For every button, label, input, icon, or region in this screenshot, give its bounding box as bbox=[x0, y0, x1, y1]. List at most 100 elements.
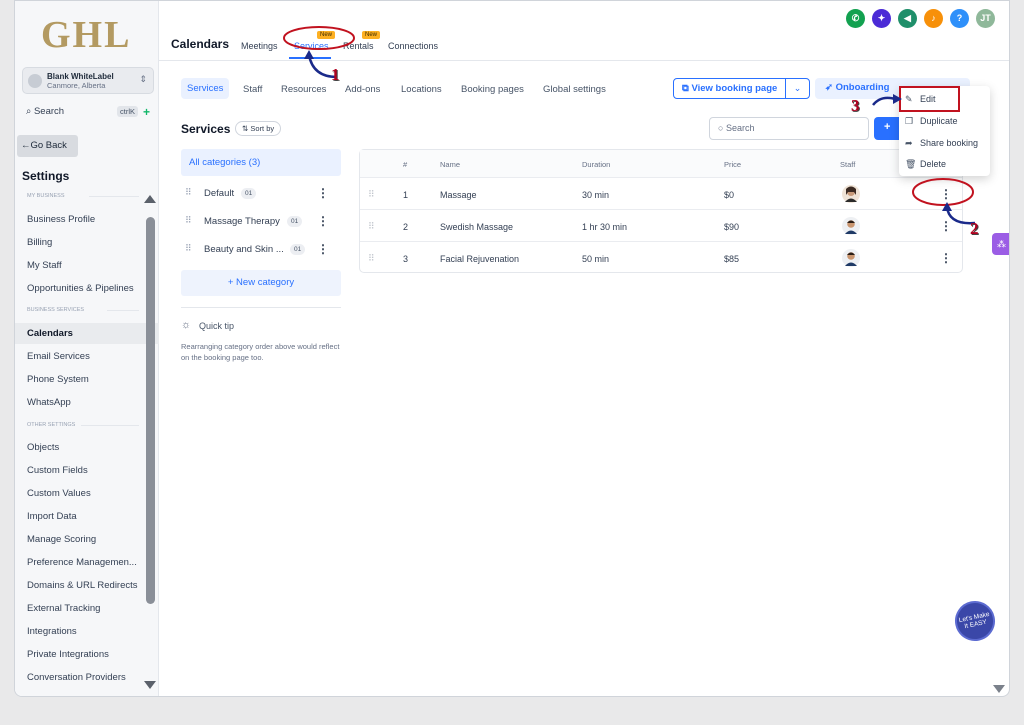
account-name: Blank WhiteLabel bbox=[47, 72, 114, 81]
service-price: $0 bbox=[724, 190, 735, 200]
category-name: Default bbox=[204, 188, 235, 199]
category-all[interactable]: All categories (3) bbox=[181, 149, 341, 176]
sort-icon: ⇅ bbox=[242, 124, 249, 133]
annotation-number: 3 bbox=[851, 96, 860, 115]
sidebar-item-business-profile[interactable]: Business Profile bbox=[27, 214, 95, 225]
sidebar-item-private-integrations[interactable]: Private Integrations bbox=[27, 649, 109, 660]
services-table: # Name Duration Price Staff ⠿ 1 Massage … bbox=[359, 149, 963, 273]
sidebar-item-domains[interactable]: Domains & URL Redirects bbox=[27, 580, 138, 591]
drag-handle-icon[interactable]: ⠿ bbox=[185, 215, 192, 226]
sidebar-item-preference-management[interactable]: Preference Managemen... bbox=[27, 557, 137, 568]
help-icon[interactable]: ? bbox=[950, 9, 969, 28]
scroll-down-arrow[interactable] bbox=[144, 681, 156, 689]
col-duration: Duration bbox=[582, 160, 611, 169]
chevron-down-icon[interactable]: ⌄ bbox=[785, 78, 810, 99]
category-item[interactable]: ⠿ Default 01 ⋮ bbox=[181, 185, 341, 205]
scroll-down-arrow[interactable] bbox=[993, 685, 1005, 693]
subtab-booking-pages[interactable]: Booking pages bbox=[461, 84, 524, 95]
service-price: $85 bbox=[724, 254, 740, 264]
sidebar-item-conversation-providers[interactable]: Conversation Providers bbox=[27, 672, 126, 683]
services-heading: Services bbox=[181, 122, 231, 136]
chat-widget-button[interactable]: Let's Make It EASY bbox=[951, 597, 999, 645]
tab-meetings[interactable]: Meetings bbox=[241, 41, 278, 51]
category-count: 01 bbox=[241, 188, 257, 199]
lightbulb-icon: ☼ bbox=[181, 319, 192, 331]
table-row[interactable]: ⠿ 3 Facial Rejuvenation 50 min $85 ⋮ bbox=[360, 242, 962, 274]
sidebar-item-billing[interactable]: Billing bbox=[27, 237, 52, 248]
arrow-left-icon: ← bbox=[21, 140, 31, 151]
more-vertical-icon[interactable]: ⋮ bbox=[317, 214, 329, 228]
sidebar-item-calendars[interactable]: Calendars bbox=[15, 323, 159, 344]
menu-item-share-booking[interactable]: ➦ Share booking bbox=[905, 138, 978, 149]
sidebar-item-whatsapp[interactable]: WhatsApp bbox=[27, 397, 71, 408]
subtab-global-settings[interactable]: Global settings bbox=[543, 84, 606, 95]
section-my-business: MY BUSINESS bbox=[27, 193, 65, 199]
megaphone-icon[interactable]: ◀ bbox=[898, 9, 917, 28]
sidebar-item-import-data[interactable]: Import Data bbox=[27, 511, 77, 522]
sidebar-item-my-staff[interactable]: My Staff bbox=[27, 260, 62, 271]
category-item[interactable]: ⠿ Massage Therapy 01 ⋮ bbox=[181, 213, 341, 233]
more-vertical-icon[interactable]: ⋮ bbox=[940, 251, 952, 265]
bell-icon[interactable]: ♪ bbox=[924, 9, 943, 28]
annotation-arrow bbox=[304, 50, 338, 79]
phone-icon[interactable]: ✆ bbox=[846, 9, 865, 28]
sidebar-item-opportunities[interactable]: Opportunities & Pipelines bbox=[27, 283, 134, 294]
menu-item-delete[interactable]: 🗑 Delete bbox=[905, 159, 946, 170]
drag-handle-icon[interactable]: ⠿ bbox=[185, 187, 192, 198]
service-name: Swedish Massage bbox=[440, 222, 514, 232]
table-row[interactable]: ⠿ 2 Swedish Massage 1 hr 30 min $90 ⋮ bbox=[360, 210, 962, 242]
account-location: Canmore, Alberta bbox=[47, 81, 106, 90]
account-switcher[interactable]: Blank WhiteLabel Canmore, Alberta ⇕ bbox=[22, 67, 154, 94]
quick-tip-text: Rearranging category order above would r… bbox=[181, 342, 340, 362]
menu-item-duplicate[interactable]: ❐ Duplicate bbox=[905, 116, 958, 127]
services-search-input[interactable]: ○ Search bbox=[709, 117, 869, 140]
sidebar-item-phone-system[interactable]: Phone System bbox=[27, 374, 89, 385]
table-row[interactable]: ⠿ 1 Massage 30 min $0 ⋮ bbox=[360, 178, 962, 210]
sidebar-item-objects[interactable]: Objects bbox=[27, 442, 59, 453]
annotation-number: 1 bbox=[331, 65, 340, 84]
search-icon: ○ bbox=[718, 123, 724, 133]
sidebar-item-integrations[interactable]: Integrations bbox=[27, 626, 77, 637]
subtab-locations[interactable]: Locations bbox=[401, 84, 442, 95]
drag-handle-icon[interactable]: ⠿ bbox=[368, 221, 375, 232]
tab-connections[interactable]: Connections bbox=[388, 41, 438, 51]
sidebar-item-email-services[interactable]: Email Services bbox=[27, 351, 90, 362]
annotation-number: 2 bbox=[970, 219, 979, 238]
sidebar-item-custom-fields[interactable]: Custom Fields bbox=[27, 465, 88, 476]
quick-add-icon[interactable]: + bbox=[143, 105, 150, 119]
sidebar-item-external-tracking[interactable]: External Tracking bbox=[27, 603, 100, 614]
sidebar-scrollbar[interactable] bbox=[146, 217, 155, 604]
sidebar-search[interactable]: ⌕ Search ctrlK bbox=[22, 103, 142, 121]
account-avatar-icon bbox=[28, 74, 42, 88]
more-vertical-icon[interactable]: ⋮ bbox=[317, 186, 329, 200]
app-window: GHL Blank WhiteLabel Canmore, Alberta ⇕ … bbox=[14, 0, 1010, 697]
category-name: Massage Therapy bbox=[204, 216, 280, 227]
search-icon: ⌕ bbox=[26, 106, 32, 117]
service-duration: 50 min bbox=[582, 254, 610, 264]
row-number: 3 bbox=[403, 254, 409, 264]
annotation-arrow bbox=[942, 202, 976, 225]
copy-icon: ❐ bbox=[905, 116, 914, 126]
magic-widget-icon[interactable]: ⁂ bbox=[992, 233, 1009, 255]
sparkle-icon[interactable]: ✦ bbox=[872, 9, 891, 28]
sort-by-button[interactable]: ⇅ Sort by bbox=[235, 121, 282, 136]
section-other-settings: OTHER SETTINGS bbox=[27, 422, 76, 428]
top-header: Calendars Meetings Services New Rentals … bbox=[159, 1, 1009, 61]
drag-handle-icon[interactable]: ⠿ bbox=[368, 189, 375, 200]
subtab-services[interactable]: Services bbox=[181, 78, 230, 99]
annotation-highlight-box bbox=[899, 86, 960, 112]
category-item[interactable]: ⠿ Beauty and Skin ... 01 ⋮ bbox=[181, 241, 341, 261]
user-avatar[interactable]: JT bbox=[976, 9, 995, 28]
sidebar-item-manage-scoring[interactable]: Manage Scoring bbox=[27, 534, 96, 545]
category-name: Beauty and Skin ... bbox=[204, 244, 284, 255]
subtab-staff[interactable]: Staff bbox=[243, 84, 262, 95]
go-back-button[interactable]: ←Go Back bbox=[17, 135, 78, 157]
scroll-up-arrow[interactable] bbox=[144, 195, 156, 203]
category-count: 01 bbox=[287, 216, 303, 227]
drag-handle-icon[interactable]: ⠿ bbox=[185, 243, 192, 254]
more-vertical-icon[interactable]: ⋮ bbox=[317, 242, 329, 256]
sidebar-item-custom-values[interactable]: Custom Values bbox=[27, 488, 91, 499]
view-booking-page-button[interactable]: ⧉ View booking page bbox=[673, 78, 786, 99]
new-category-button[interactable]: + New category bbox=[181, 270, 341, 296]
drag-handle-icon[interactable]: ⠿ bbox=[368, 253, 375, 264]
